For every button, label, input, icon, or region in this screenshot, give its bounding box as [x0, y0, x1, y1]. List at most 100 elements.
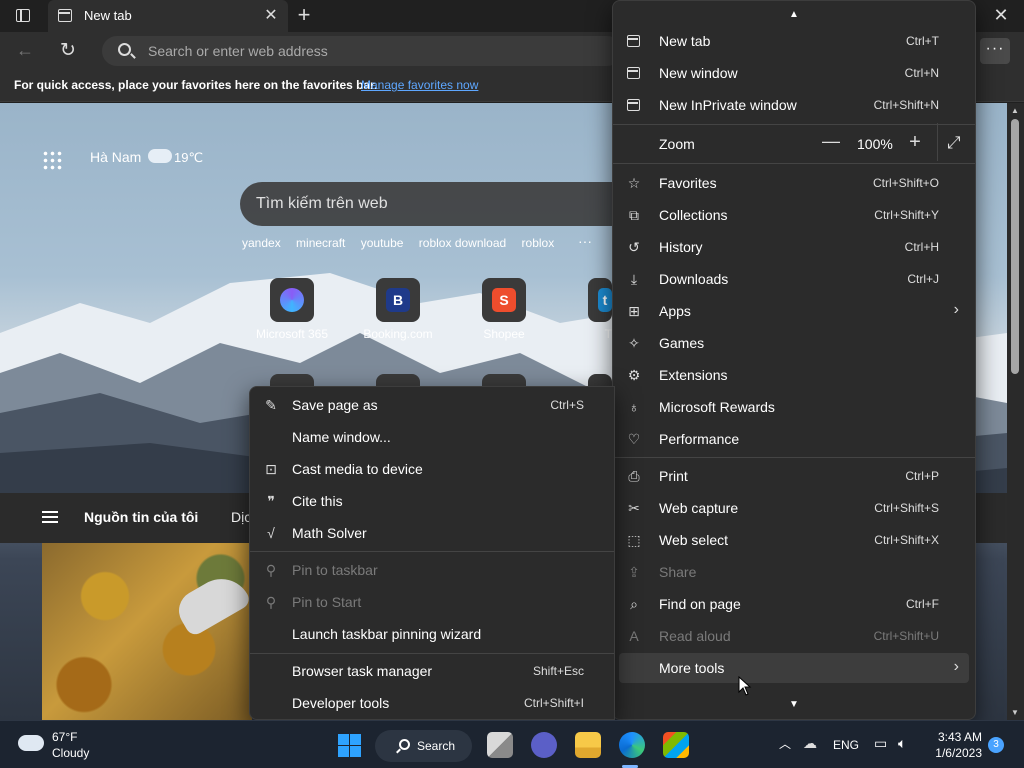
menu-item-extensions[interactable]: ⚙ Extensions — [619, 360, 969, 390]
menu-separator — [250, 653, 614, 654]
shoe-image — [171, 568, 252, 638]
apps-grid-icon[interactable] — [42, 150, 62, 170]
menu-item-name-window[interactable]: Name window... — [256, 422, 610, 452]
menu-item-history[interactable]: ↺ History Ctrl+H — [619, 232, 969, 262]
menu-scroll-up-icon[interactable]: ▲ — [789, 9, 799, 20]
menu-item-shortcut: Ctrl+T — [906, 34, 939, 48]
language-indicator[interactable]: ENG — [833, 738, 859, 752]
menu-item-label: Web capture — [659, 500, 739, 516]
feed-menu-icon[interactable] — [42, 511, 58, 523]
teams-chat-icon[interactable] — [531, 732, 557, 758]
microsoft-store-icon[interactable] — [663, 732, 689, 758]
menu-item-performance[interactable]: ♡ Performance — [619, 424, 969, 454]
network-icon[interactable]: ☁ — [803, 735, 817, 752]
menu-item-shortcut: Ctrl+Shift+X — [874, 533, 939, 547]
weather-temperature[interactable]: 19℃ — [174, 150, 203, 166]
menu-item-apps[interactable]: ⊞ Apps › — [619, 296, 969, 326]
menu-item-cast-media[interactable]: ⊡ Cast media to device — [256, 454, 610, 484]
notification-badge[interactable]: 3 — [988, 737, 1004, 753]
edge-icon[interactable] — [619, 732, 645, 758]
menu-item-find-on-page[interactable]: ⌕ Find on page Ctrl+F — [619, 589, 969, 619]
display-icon[interactable]: ▭ — [874, 735, 887, 752]
quick-link-microsoft-365[interactable] — [270, 278, 314, 322]
menu-item-browser-task-manager[interactable]: Browser task manager Shift+Esc — [256, 656, 610, 686]
menu-item-microsoft-rewards[interactable]: ♁ Microsoft Rewards — [619, 392, 969, 422]
new-tab-button[interactable]: + — [292, 4, 316, 28]
windows-taskbar: 67°F Cloudy Search ︿ ☁ ENG ▭ 🔈︎ 3:43 AM … — [0, 720, 1024, 768]
settings-and-more-button[interactable]: ··· — [980, 38, 1010, 64]
menu-scroll-down-icon[interactable]: ▼ — [789, 699, 799, 710]
news-card-image[interactable] — [42, 543, 252, 720]
tab-new-tab[interactable]: New tab ✕ — [48, 0, 288, 32]
feed-title[interactable]: Nguồn tin của tôi — [84, 509, 198, 525]
chevron-up-icon[interactable]: ︿ — [779, 735, 791, 752]
web-capture-icon: ✂ — [628, 500, 640, 516]
weather-location[interactable]: Hà Nam — [90, 149, 141, 165]
manage-favorites-link[interactable]: Manage favorites now — [361, 78, 478, 92]
suggestion-item[interactable]: roblox — [522, 236, 555, 250]
window-close-button[interactable]: ✕ — [990, 4, 1012, 26]
quick-link-row2[interactable] — [588, 374, 612, 386]
zoom-in-button[interactable]: + — [903, 131, 927, 154]
settings-menu: ▲ New tab Ctrl+T New window Ctrl+N New I… — [612, 0, 976, 720]
clock-time[interactable]: 3:43 AM — [934, 730, 982, 744]
refresh-button[interactable]: ↻ — [60, 39, 76, 62]
fullscreen-icon[interactable]: ⤢ — [947, 133, 961, 153]
suggestions-more-icon[interactable]: ··· — [578, 233, 592, 249]
menu-item-math-solver[interactable]: √ Math Solver — [256, 518, 610, 548]
volume-icon[interactable]: 🔈︎ — [898, 735, 906, 752]
quick-link-row2[interactable] — [270, 374, 314, 386]
menu-item-collections[interactable]: ⧉ Collections Ctrl+Shift+Y — [619, 200, 969, 230]
scroll-up-icon[interactable]: ▲ — [1010, 106, 1020, 115]
suggestion-item[interactable]: roblox download — [419, 236, 506, 250]
extensions-icon: ⚙ — [627, 367, 641, 383]
menu-item-shortcut: Ctrl+S — [550, 398, 584, 412]
file-explorer-icon[interactable] — [575, 732, 601, 758]
menu-item-label: Apps — [659, 303, 691, 319]
quick-link-shopee[interactable]: S — [482, 278, 526, 322]
taskbar-search-button[interactable]: Search — [375, 730, 472, 762]
suggestion-item[interactable]: minecraft — [296, 236, 345, 250]
scroll-down-icon[interactable]: ▼ — [1010, 708, 1020, 717]
address-input[interactable] — [148, 41, 608, 61]
menu-item-favorites[interactable]: ☆ Favorites Ctrl+Shift+O — [619, 168, 969, 198]
web-search-box[interactable]: Tìm kiếm trên web — [240, 182, 620, 226]
menu-item-developer-tools[interactable]: Developer tools Ctrl+Shift+I — [256, 688, 610, 718]
menu-item-label: Web select — [659, 532, 728, 548]
menu-item-print[interactable]: ⎙ Print Ctrl+P — [619, 461, 969, 491]
taskbar-temperature[interactable]: 67°F — [52, 730, 77, 744]
menu-item-cite-this[interactable]: ❞ Cite this — [256, 486, 610, 516]
zoom-out-button[interactable]: — — [819, 131, 843, 152]
start-button-icon[interactable] — [338, 734, 361, 757]
address-bar[interactable] — [102, 36, 622, 66]
menu-item-web-select[interactable]: ⬚ Web select Ctrl+Shift+X — [619, 525, 969, 555]
taskbar-weather-condition[interactable]: Cloudy — [52, 746, 89, 760]
menu-item-pin-to-taskbar: ⚲ Pin to taskbar — [256, 555, 610, 585]
menu-item-new-inprivate-window[interactable]: New InPrivate window Ctrl+Shift+N — [619, 90, 969, 120]
menu-item-taskbar-pinning-wizard[interactable]: Launch taskbar pinning wizard — [256, 619, 610, 649]
menu-item-downloads[interactable]: ⤓ Downloads Ctrl+J — [619, 264, 969, 294]
menu-item-more-tools[interactable]: More tools › — [619, 653, 969, 683]
task-view-icon[interactable] — [487, 732, 513, 758]
quick-link-row2[interactable] — [482, 374, 526, 386]
clock-date[interactable]: 1/6/2023 — [930, 746, 982, 760]
cloud-icon[interactable] — [18, 735, 44, 751]
menu-item-new-tab[interactable]: New tab Ctrl+T — [619, 26, 969, 56]
menu-separator — [613, 457, 975, 458]
scrollbar-thumb[interactable] — [1011, 119, 1019, 374]
quick-link-booking[interactable]: B — [376, 278, 420, 322]
partial-tile-icon: t — [598, 288, 612, 312]
tab-actions-button[interactable] — [10, 6, 38, 26]
suggestion-item[interactable]: yandex — [242, 236, 281, 250]
menu-item-new-window[interactable]: New window Ctrl+N — [619, 58, 969, 88]
menu-item-games[interactable]: ✧ Games — [619, 328, 969, 358]
suggestion-item[interactable]: youtube — [361, 236, 404, 250]
back-button[interactable]: ← — [16, 40, 34, 61]
quick-link-row2[interactable] — [376, 374, 420, 386]
quick-link-partial[interactable]: t — [588, 278, 612, 322]
close-tab-icon[interactable]: ✕ — [262, 7, 280, 25]
search-suggestions: yandex minecraft youtube roblox download… — [242, 236, 566, 250]
menu-item-save-page-as[interactable]: ✎ Save page as Ctrl+S — [256, 390, 610, 420]
menu-item-web-capture[interactable]: ✂ Web capture Ctrl+Shift+S — [619, 493, 969, 523]
page-scrollbar[interactable]: ▲ ▼ — [1007, 103, 1024, 720]
